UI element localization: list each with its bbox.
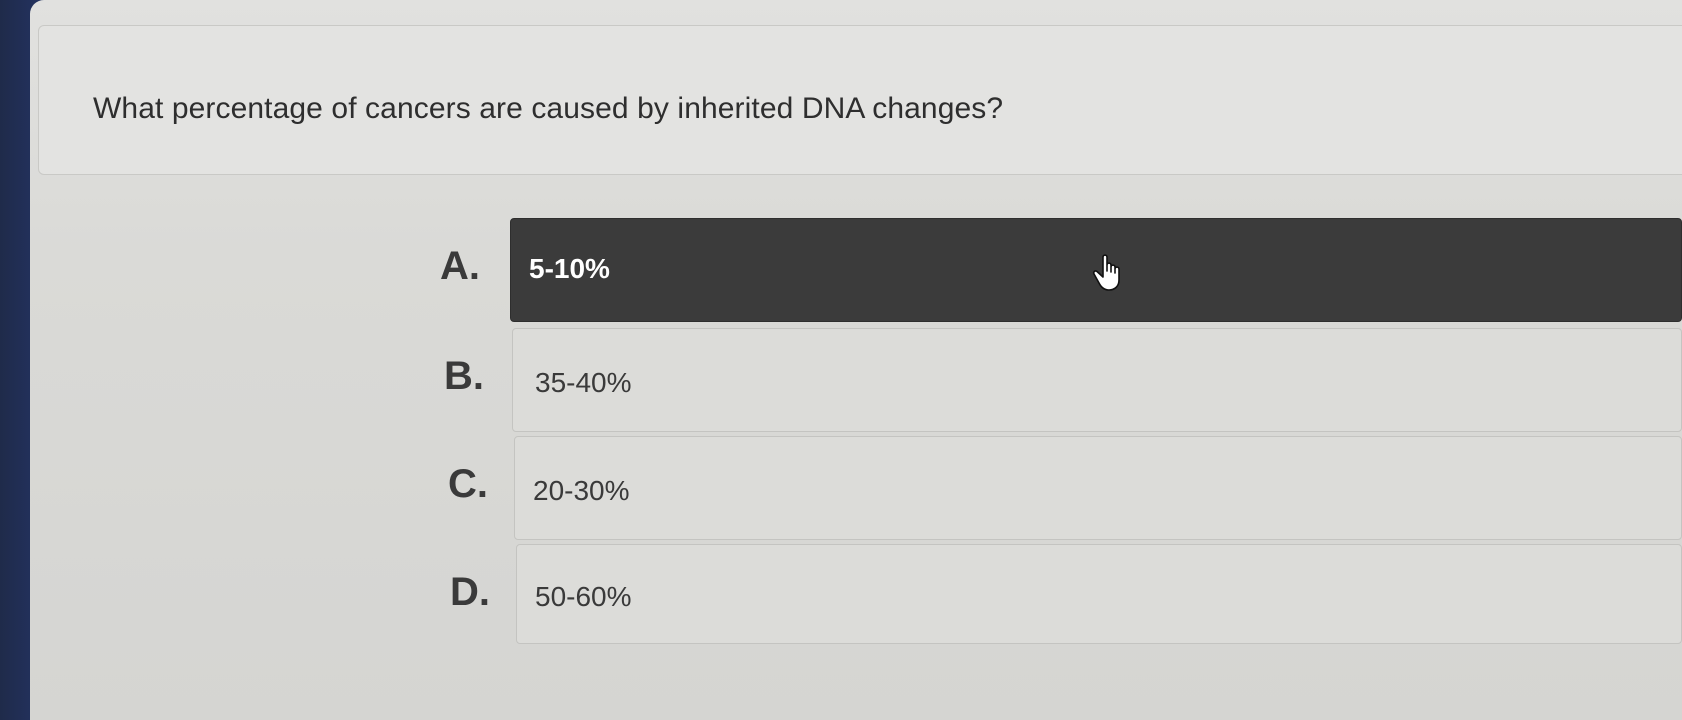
option-letter-a: A. — [440, 244, 480, 288]
question-text: What percentage of cancers are caused by… — [93, 92, 1004, 125]
answer-option-c[interactable]: 20-30% — [514, 436, 1682, 540]
option-row-b: B. 35-40% — [30, 328, 1682, 432]
option-row-a: A. 5-10% — [30, 218, 1682, 322]
answer-option-b[interactable]: 35-40% — [512, 328, 1682, 432]
option-row-c: C. 20-30% — [30, 436, 1682, 540]
option-text-d: 50-60% — [535, 581, 632, 612]
question-card: What percentage of cancers are caused by… — [38, 25, 1682, 175]
answer-option-a[interactable]: 5-10% — [510, 218, 1682, 322]
option-row-d: D. 50-60% — [30, 544, 1682, 648]
option-text-b: 35-40% — [535, 367, 632, 398]
option-text-c: 20-30% — [533, 475, 630, 506]
quiz-screen: What percentage of cancers are caused by… — [30, 0, 1682, 720]
option-text-a: 5-10% — [529, 253, 610, 284]
answer-option-d[interactable]: 50-60% — [516, 544, 1682, 644]
hand-pointer-icon — [1092, 254, 1120, 291]
